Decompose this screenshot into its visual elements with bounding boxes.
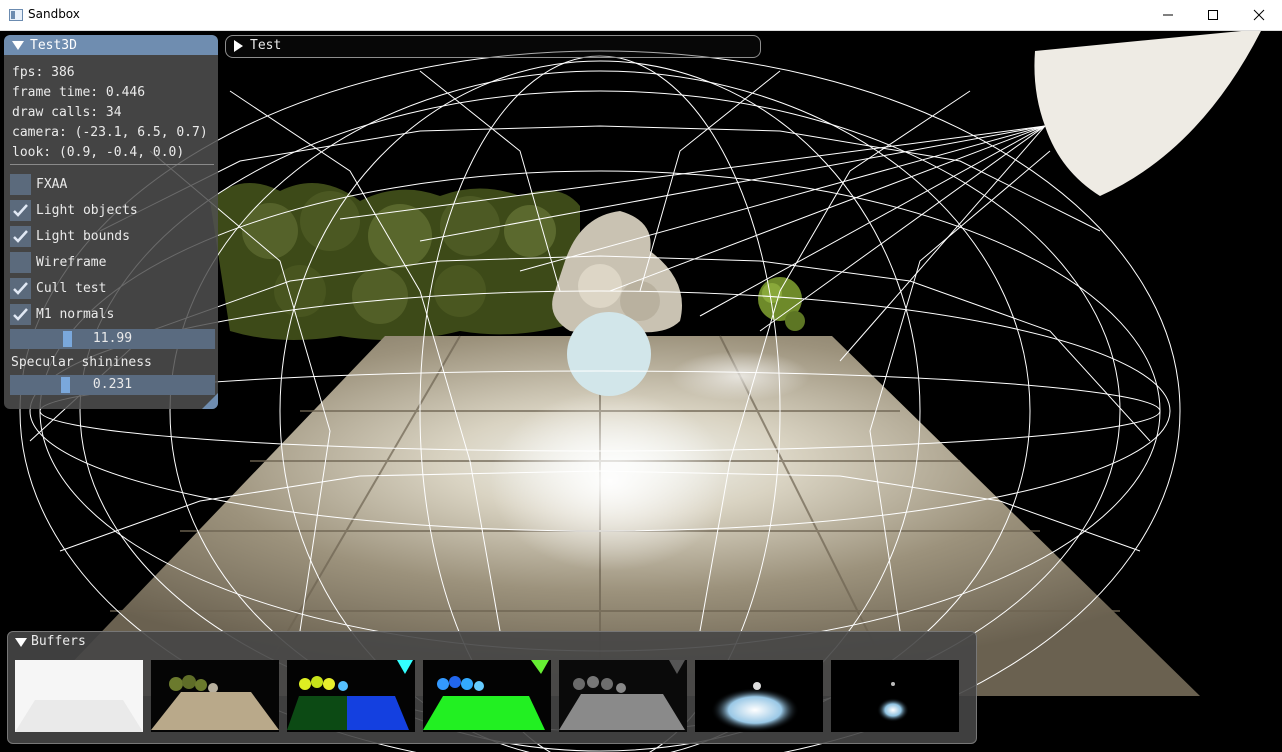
- test-panel[interactable]: Test: [225, 35, 761, 58]
- close-icon: [1253, 9, 1265, 21]
- buffer-thumbnail-lighting-dim[interactable]: [831, 660, 959, 732]
- fxaa-checkbox[interactable]: [10, 173, 31, 195]
- light-sphere: [567, 312, 651, 396]
- light-bounds-checkbox[interactable]: [10, 225, 31, 247]
- cull-test-label: Cull test: [36, 280, 107, 296]
- albedo-buffer-image: [151, 660, 279, 732]
- minimize-icon: [1163, 14, 1173, 16]
- lighting-buffer-image: [695, 660, 823, 732]
- specular-shininess-label: Specular shininess: [11, 355, 152, 370]
- separator: [10, 164, 214, 165]
- cull-test-checkbox[interactable]: [10, 277, 31, 299]
- specular-shininess-slider[interactable]: 0.231: [10, 375, 215, 395]
- frame-time-readout: frame time: 0.446: [12, 85, 146, 100]
- buffer-thumbnail-lighting[interactable]: [695, 660, 823, 732]
- spot-light-cone: [1034, 31, 1261, 196]
- checkmark-icon: [13, 229, 28, 243]
- draw-calls-readout: draw calls: 34: [12, 105, 122, 120]
- buffer-thumbnail-normals-green[interactable]: [423, 660, 551, 732]
- test3d-panel-header[interactable]: Test3D: [4, 35, 218, 55]
- wireframe-option[interactable]: Wireframe: [10, 250, 106, 274]
- slider-value: 0.231: [92, 377, 133, 392]
- buffer-thumbnail-albedo[interactable]: [151, 660, 279, 732]
- checkmark-icon: [13, 307, 28, 321]
- app-icon: [9, 9, 23, 21]
- buffers-panel[interactable]: Buffers: [7, 631, 977, 744]
- maximize-icon: [1208, 10, 1218, 20]
- slider-value: 11.99: [92, 331, 133, 346]
- buffer-thumbnail-normals[interactable]: [287, 660, 415, 732]
- camera-position-readout: camera: (-23.1, 6.5, 0.7): [12, 125, 208, 140]
- light-bounds-option[interactable]: Light bounds: [10, 224, 130, 248]
- buffer-thumbnail-specular[interactable]: [559, 660, 687, 732]
- look-direction-readout: look: (0.9, -0.4, 0.0): [12, 145, 185, 160]
- fps-readout: fps: 386: [12, 65, 75, 80]
- m1-normals-option[interactable]: M1 normals: [10, 302, 114, 326]
- floor-spotlight: [490, 391, 730, 571]
- close-button[interactable]: [1236, 0, 1282, 30]
- test-panel-title: Test: [250, 38, 282, 53]
- fxaa-option[interactable]: FXAA: [10, 172, 67, 196]
- test3d-panel-title: Test3D: [30, 37, 77, 53]
- wireframe-checkbox[interactable]: [10, 251, 31, 273]
- light-objects-checkbox[interactable]: [10, 199, 31, 221]
- cull-test-option[interactable]: Cull test: [10, 276, 106, 300]
- minimize-button[interactable]: [1145, 0, 1191, 30]
- test3d-panel[interactable]: Test3D fps: 386 frame time: 0.446 draw c…: [4, 35, 218, 409]
- window-title-bar: Sandbox: [0, 0, 1282, 31]
- window-title: Sandbox: [28, 7, 80, 21]
- fxaa-label: FXAA: [36, 176, 68, 192]
- light-objects-label: Light objects: [36, 202, 138, 218]
- m1-normals-checkbox[interactable]: [10, 303, 31, 325]
- m1-normals-label: M1 normals: [36, 306, 115, 322]
- light-bounds-label: Light bounds: [36, 228, 130, 244]
- foliage: [210, 183, 580, 340]
- checkmark-icon: [13, 281, 28, 295]
- specular-buffer-image: [559, 660, 687, 732]
- wireframe-label: Wireframe: [36, 254, 107, 270]
- lighting-dim-buffer-image: [831, 660, 959, 732]
- checkmark-icon: [13, 203, 28, 217]
- depth-buffer-image: [15, 660, 143, 732]
- buffers-panel-title: Buffers: [31, 634, 86, 649]
- normals-green-buffer-image: [423, 660, 551, 732]
- light-objects-option[interactable]: Light objects: [10, 198, 138, 222]
- resize-grip[interactable]: [202, 393, 218, 409]
- expand-triangle-icon[interactable]: [234, 40, 243, 52]
- collapse-triangle-icon[interactable]: [12, 40, 24, 50]
- buffer-thumbnail-depth[interactable]: [15, 660, 143, 732]
- value-slider[interactable]: 11.99: [10, 329, 215, 349]
- normals-buffer-image: [287, 660, 415, 732]
- collapse-triangle-icon[interactable]: [15, 638, 27, 647]
- maximize-button[interactable]: [1190, 0, 1236, 30]
